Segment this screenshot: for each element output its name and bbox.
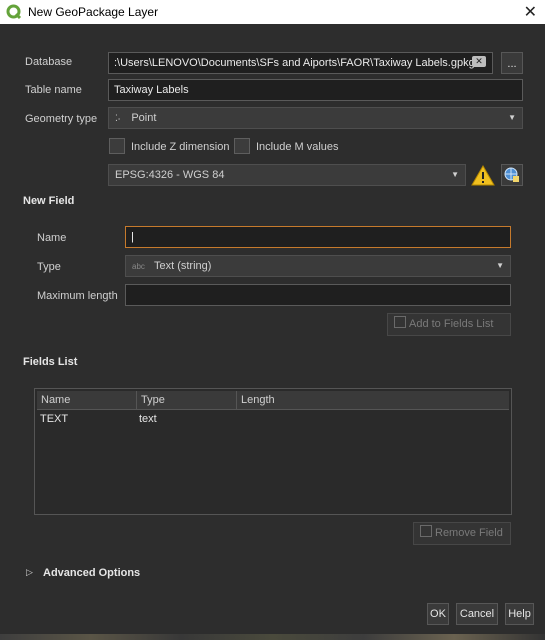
expand-arrow-icon[interactable]: ▷: [26, 567, 33, 578]
geometry-type-label: Geometry type: [25, 113, 98, 125]
max-length-input[interactable]: [125, 284, 511, 306]
geometry-type-value: Point: [131, 112, 157, 124]
crs-selector-button[interactable]: [501, 164, 523, 186]
row-type-cell: text: [139, 413, 157, 425]
remove-field-icon: [420, 525, 432, 537]
chevron-down-icon: ▼: [508, 113, 516, 122]
clear-icon[interactable]: ✕: [472, 56, 486, 67]
table-name-label: Table name: [25, 84, 82, 96]
remove-field-button[interactable]: Remove Field: [413, 522, 511, 545]
geometry-type-select[interactable]: ⁚⸳ Point ▼: [108, 107, 523, 129]
add-to-fields-list-label: Add to Fields List: [409, 318, 494, 330]
chevron-down-icon: ▼: [496, 261, 504, 270]
text-type-icon: abc: [132, 262, 145, 271]
qgis-logo-icon: [6, 4, 22, 20]
add-field-icon: [394, 316, 406, 328]
advanced-options-toggle[interactable]: Advanced Options: [43, 567, 140, 579]
cancel-button[interactable]: Cancel: [456, 603, 498, 625]
max-length-label: Maximum length: [37, 290, 118, 302]
database-path-text: :\Users\LENOVO\Documents\SFs and Aiports…: [114, 57, 475, 69]
chevron-down-icon: ▼: [451, 170, 459, 179]
header-divider: [37, 409, 509, 410]
help-button[interactable]: Help: [505, 603, 534, 625]
ok-button[interactable]: OK: [427, 603, 449, 625]
column-header-type[interactable]: Type: [137, 391, 237, 409]
title-bar: New GeoPackage Layer ✕: [0, 0, 545, 24]
include-z-checkbox[interactable]: [109, 138, 125, 154]
field-name-label: Name: [37, 232, 67, 244]
add-to-fields-list-button[interactable]: Add to Fields List: [387, 313, 511, 336]
new-field-section-title: New Field: [23, 195, 75, 207]
field-type-label: Type: [37, 261, 61, 273]
include-m-checkbox[interactable]: [234, 138, 250, 154]
include-z-label: Include Z dimension: [131, 141, 230, 153]
row-name-cell: TEXT: [40, 413, 69, 425]
column-header-length[interactable]: Length: [237, 391, 509, 409]
database-label: Database: [25, 56, 73, 68]
fields-list-section-title: Fields List: [23, 356, 78, 368]
point-geometry-icon: ⁚⸳: [115, 113, 121, 123]
include-m-label: Include M values: [256, 141, 339, 153]
remove-field-label: Remove Field: [435, 527, 503, 539]
window-title: New GeoPackage Layer: [28, 5, 159, 19]
field-type-select[interactable]: abc Text (string) ▼: [125, 255, 511, 277]
database-path-input[interactable]: :\Users\LENOVO\Documents\SFs and Aiports…: [108, 52, 493, 74]
close-icon[interactable]: ✕: [524, 2, 537, 22]
crs-value: EPSG:4326 - WGS 84: [115, 169, 225, 181]
browse-button[interactable]: ...: [501, 52, 523, 74]
background-map-strip: [0, 634, 545, 640]
field-type-value: Text (string): [153, 260, 212, 272]
column-header-name[interactable]: Name: [37, 391, 137, 409]
warning-icon: [471, 165, 495, 186]
table-name-input[interactable]: Taxiway Labels: [108, 79, 523, 101]
crs-select[interactable]: EPSG:4326 - WGS 84 ▼: [108, 164, 466, 186]
globe-icon: [504, 167, 519, 182]
fields-table[interactable]: Name Type Length TEXT text: [34, 388, 512, 515]
table-name-text: Taxiway Labels: [114, 84, 189, 96]
field-name-input[interactable]: |: [125, 226, 511, 248]
